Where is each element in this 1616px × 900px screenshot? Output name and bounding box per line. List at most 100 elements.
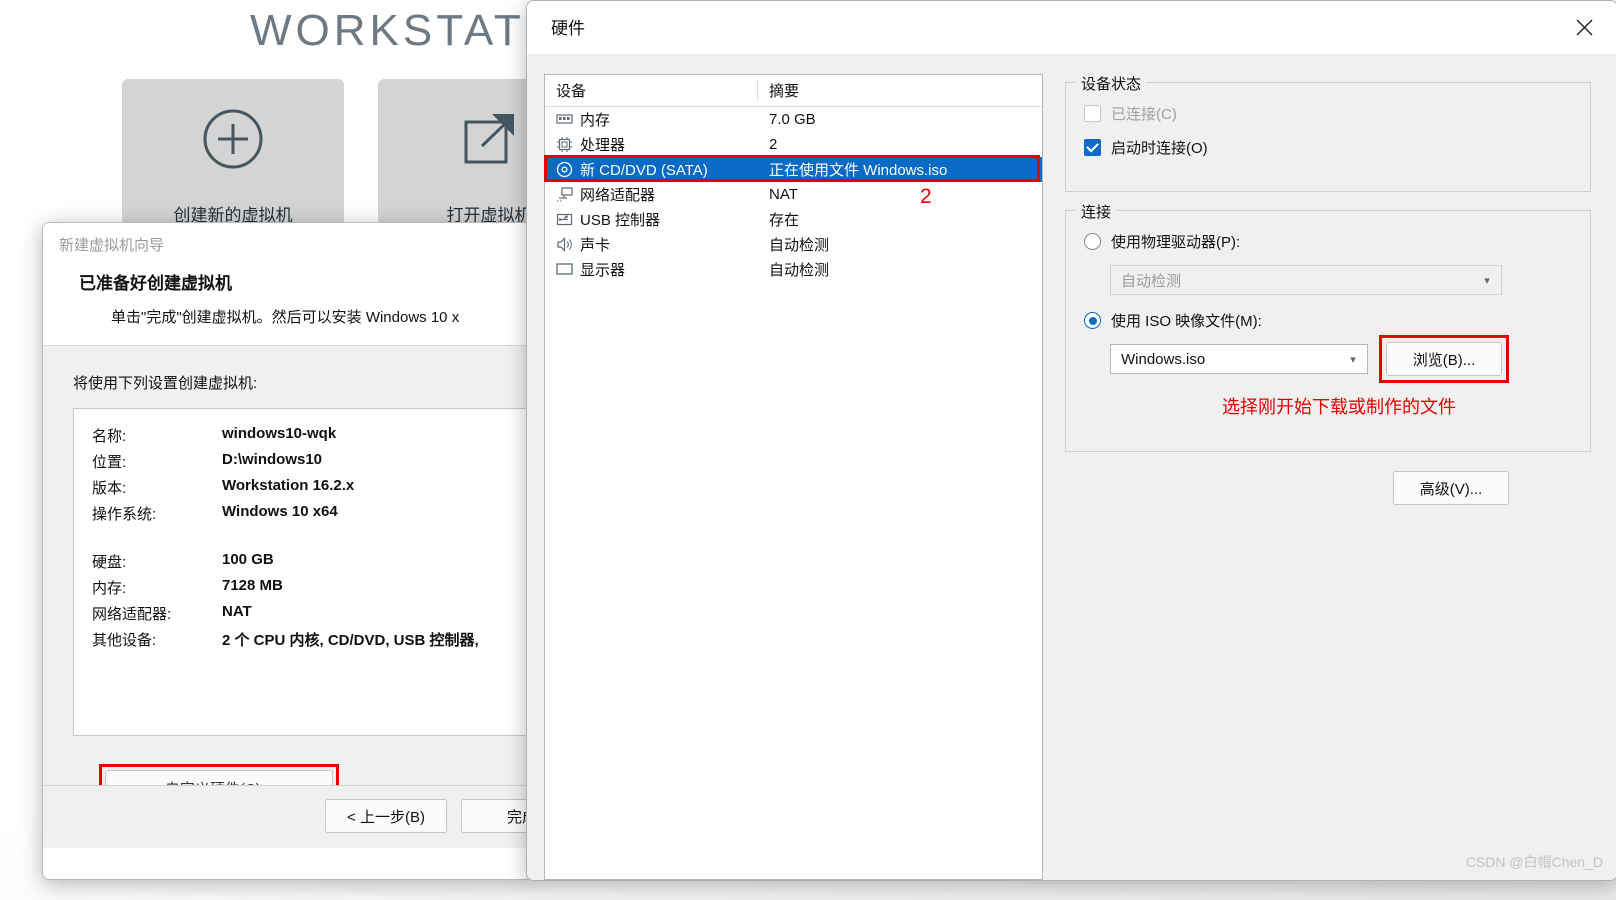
device-row-network-adapter[interactable]: 网络适配器 NAT: [545, 182, 1042, 207]
chevron-down-icon[interactable]: ▾: [1339, 353, 1367, 366]
vm-settings-summary-box: 名称: windows10-wqk 位置: D:\windows10 版本: W…: [73, 408, 531, 736]
summary-row: 操作系统: Windows 10 x64: [74, 503, 531, 524]
finish-button[interactable]: 完成: [461, 799, 531, 833]
summary-value: Workstation 16.2.x: [222, 477, 355, 494]
summary-row: 网络适配器: NAT: [74, 603, 531, 624]
connected-label: 已连接(C): [1111, 106, 1177, 123]
summary-value: Windows 10 x64: [222, 503, 338, 520]
speaker-icon: [556, 236, 573, 253]
usb-icon: [556, 211, 573, 228]
physical-drive-value: 自动检测: [1121, 272, 1182, 290]
summary-row: 名称: windows10-wqk: [74, 425, 531, 446]
device-name: 显示器: [580, 262, 626, 279]
wizard-window-title: 新建虚拟机向导: [59, 237, 165, 254]
use-iso-image-radio[interactable]: [1084, 312, 1101, 329]
red-annotation-note: 选择刚开始下载或制作的文件: [1222, 397, 1456, 417]
device-name: USB 控制器: [580, 212, 661, 229]
summary-value: 7128 MB: [222, 577, 283, 594]
connect-at-poweron-row[interactable]: 启动时连接(O): [1084, 137, 1208, 158]
wizard-header: 已准备好创建虚拟机 单击"完成"创建虚拟机。然后可以安装 Windows 10 …: [43, 265, 531, 345]
device-summary: NAT: [769, 186, 798, 203]
open-external-icon: [458, 108, 520, 175]
use-physical-drive-row[interactable]: 使用物理驱动器(P):: [1084, 231, 1240, 252]
summary-key: 操作系统:: [92, 506, 157, 523]
device-name: 处理器: [580, 137, 626, 154]
summary-key: 版本:: [92, 480, 127, 497]
summary-key: 网络适配器:: [92, 606, 172, 623]
cd-dvd-icon: [556, 161, 573, 178]
summary-spacer: [74, 529, 531, 551]
summary-row: 内存: 7128 MB: [74, 577, 531, 598]
summary-value: D:\windows10: [222, 451, 323, 468]
device-status-group-title: 设备状态: [1076, 73, 1147, 94]
use-iso-image-row[interactable]: 使用 ISO 映像文件(M):: [1084, 310, 1262, 331]
summary-row: 硬盘: 100 GB: [74, 551, 531, 572]
device-row-usb-controller[interactable]: USB 控制器 存在: [545, 207, 1042, 232]
use-physical-drive-radio[interactable]: [1084, 233, 1101, 250]
device-row-sound-card[interactable]: 声卡 自动检测: [545, 232, 1042, 257]
wizard-subheading: 单击"完成"创建虚拟机。然后可以安装 Windows 10 x: [111, 309, 460, 326]
back-button[interactable]: < 上一步(B): [325, 799, 447, 833]
chevron-down-icon: ▾: [1484, 274, 1490, 287]
watermark: CSDN @白帽Chen_D: [1465, 854, 1603, 870]
device-list-panel: 设备 摘要 内存 7.0 GB 处理器 2 新 CD/DVD (SATA) 正在…: [544, 74, 1043, 880]
device-row-cd-dvd[interactable]: 新 CD/DVD (SATA) 正在使用文件 Windows.iso: [545, 157, 1042, 182]
wizard-lead-text: 将使用下列设置创建虚拟机:: [73, 375, 258, 392]
device-summary: 存在: [769, 212, 800, 229]
use-physical-drive-label: 使用物理驱动器(P):: [1111, 234, 1241, 251]
annotation-number-2: 2: [920, 185, 932, 208]
device-summary: 自动检测: [769, 237, 830, 254]
iso-path-select[interactable]: Windows.iso ▾: [1110, 344, 1368, 374]
device-list-header: 设备 摘要: [545, 75, 1042, 107]
plus-circle-icon: [202, 108, 264, 175]
device-summary: 7.0 GB: [769, 111, 816, 128]
column-header-summary: 摘要: [769, 83, 800, 100]
summary-key: 名称:: [92, 428, 127, 445]
connected-checkbox-row: 已连接(C): [1084, 103, 1177, 124]
connection-group: 连接 使用物理驱动器(P): 自动检测 ▾ 使用 ISO 映像文件(M): Wi…: [1065, 201, 1591, 452]
close-icon[interactable]: [1567, 11, 1601, 43]
summary-key: 硬盘:: [92, 554, 127, 571]
cpu-icon: [556, 136, 573, 153]
hardware-dialog-title: 硬件: [551, 19, 585, 38]
device-row-processor[interactable]: 处理器 2: [545, 132, 1042, 157]
device-name: 声卡: [580, 237, 611, 254]
device-summary: 2: [769, 136, 778, 153]
device-name: 网络适配器: [580, 187, 656, 204]
summary-key: 其他设备:: [92, 632, 157, 649]
device-summary: 正在使用文件 Windows.iso: [769, 162, 948, 179]
new-vm-wizard-dialog: 新建虚拟机向导 已准备好创建虚拟机 单击"完成"创建虚拟机。然后可以安装 Win…: [42, 222, 532, 880]
device-row-memory[interactable]: 内存 7.0 GB: [545, 107, 1042, 132]
hardware-body: 设备 摘要 内存 7.0 GB 处理器 2 新 CD/DVD (SATA) 正在…: [527, 54, 1616, 880]
browse-button[interactable]: 浏览(B)...: [1386, 342, 1502, 376]
summary-value: NAT: [222, 603, 252, 620]
device-summary: 自动检测: [769, 262, 830, 279]
iso-path-value: Windows.iso: [1121, 350, 1206, 368]
column-header-device: 设备: [545, 80, 758, 101]
physical-drive-select: 自动检测 ▾: [1110, 265, 1502, 295]
wizard-titlebar: 新建虚拟机向导: [43, 223, 531, 265]
summary-row: 版本: Workstation 16.2.x: [74, 477, 531, 498]
summary-value: 2 个 CPU 内核, CD/DVD, USB 控制器,: [222, 632, 479, 649]
advanced-button[interactable]: 高级(V)...: [1393, 471, 1509, 505]
memory-icon: [556, 111, 573, 128]
summary-key: 内存:: [92, 580, 127, 597]
hardware-dialog: 硬件 设备 摘要 内存 7.0 GB 处理器 2 新 CD/DVD (SATA)…: [526, 0, 1616, 881]
hardware-titlebar: 硬件: [527, 1, 1616, 54]
connection-group-title: 连接: [1076, 201, 1117, 222]
device-name: 新 CD/DVD (SATA): [580, 162, 708, 179]
summary-value: 100 GB: [222, 551, 274, 568]
use-iso-image-label: 使用 ISO 映像文件(M):: [1111, 313, 1262, 330]
device-status-group: 设备状态 已连接(C) 启动时连接(O): [1065, 73, 1591, 192]
summary-row: 位置: D:\windows10: [74, 451, 531, 472]
network-icon: [556, 186, 573, 203]
display-icon: [556, 261, 573, 278]
device-settings-pane: 设备状态 已连接(C) 启动时连接(O) 连接 使用物理驱动器(P): 自动检测…: [1057, 68, 1599, 880]
wizard-heading: 已准备好创建虚拟机: [79, 274, 232, 293]
summary-row: 其他设备: 2 个 CPU 内核, CD/DVD, USB 控制器,: [74, 629, 531, 650]
device-name: 内存: [580, 112, 611, 129]
device-row-display[interactable]: 显示器 自动检测: [545, 257, 1042, 282]
connect-at-poweron-label: 启动时连接(O): [1111, 140, 1208, 157]
summary-value: windows10-wqk: [222, 425, 337, 442]
connect-at-poweron-checkbox[interactable]: [1084, 139, 1101, 156]
